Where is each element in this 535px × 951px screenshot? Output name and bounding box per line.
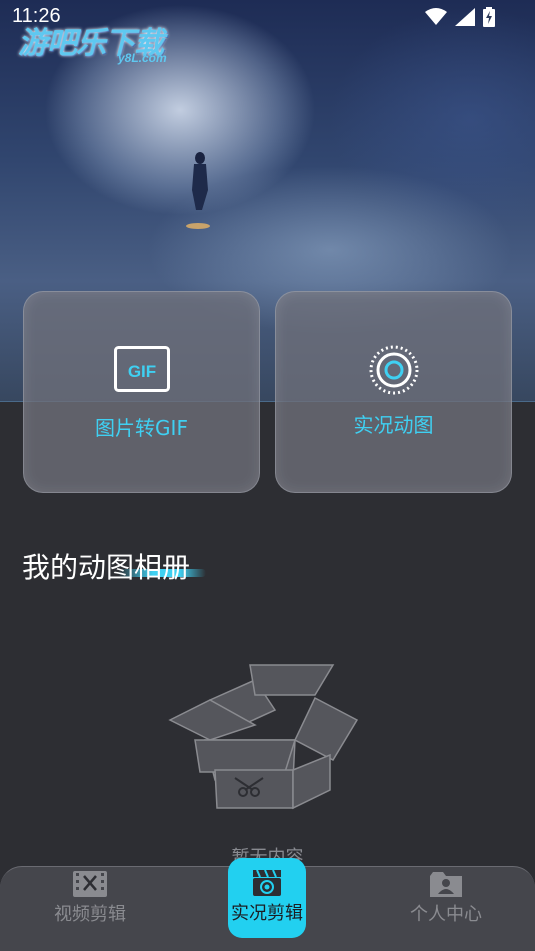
album-title: 我的动图相册 (22, 551, 191, 584)
live-photo-icon (369, 345, 418, 395)
empty-box-icon (168, 664, 359, 810)
nav-video-edit[interactable]: 视频剪辑 (10, 867, 170, 926)
live-photo-card[interactable]: 实况动图 (275, 291, 512, 493)
nav-live-edit[interactable]: 实况剪辑 (228, 858, 306, 938)
battery-icon (483, 7, 495, 27)
wifi-icon (425, 8, 447, 25)
nav-profile-label: 个人中心 (410, 904, 482, 925)
live-photo-label: 实况动图 (353, 413, 434, 437)
camera-icon (253, 869, 281, 896)
watermark-logo: 游吧乐下载 y8L.com (18, 18, 167, 65)
nav-video-edit-label: 视频剪辑 (54, 904, 126, 925)
image-to-gif-label: 图片转GIF (95, 416, 188, 440)
gif-icon: GIF (113, 346, 170, 392)
video-edit-icon (73, 871, 107, 897)
gif-icon-text: GIF (127, 362, 155, 381)
nav-profile[interactable]: 个人中心 (366, 867, 526, 926)
surfer-image (186, 152, 210, 229)
watermark-sub-text: y8L.com (118, 51, 167, 65)
profile-icon (430, 872, 462, 897)
image-to-gif-card[interactable]: GIF 图片转GIF (23, 291, 260, 493)
nav-live-edit-label: 实况剪辑 (231, 903, 303, 924)
status-icons (425, 7, 495, 27)
cell-signal-icon (455, 8, 475, 26)
